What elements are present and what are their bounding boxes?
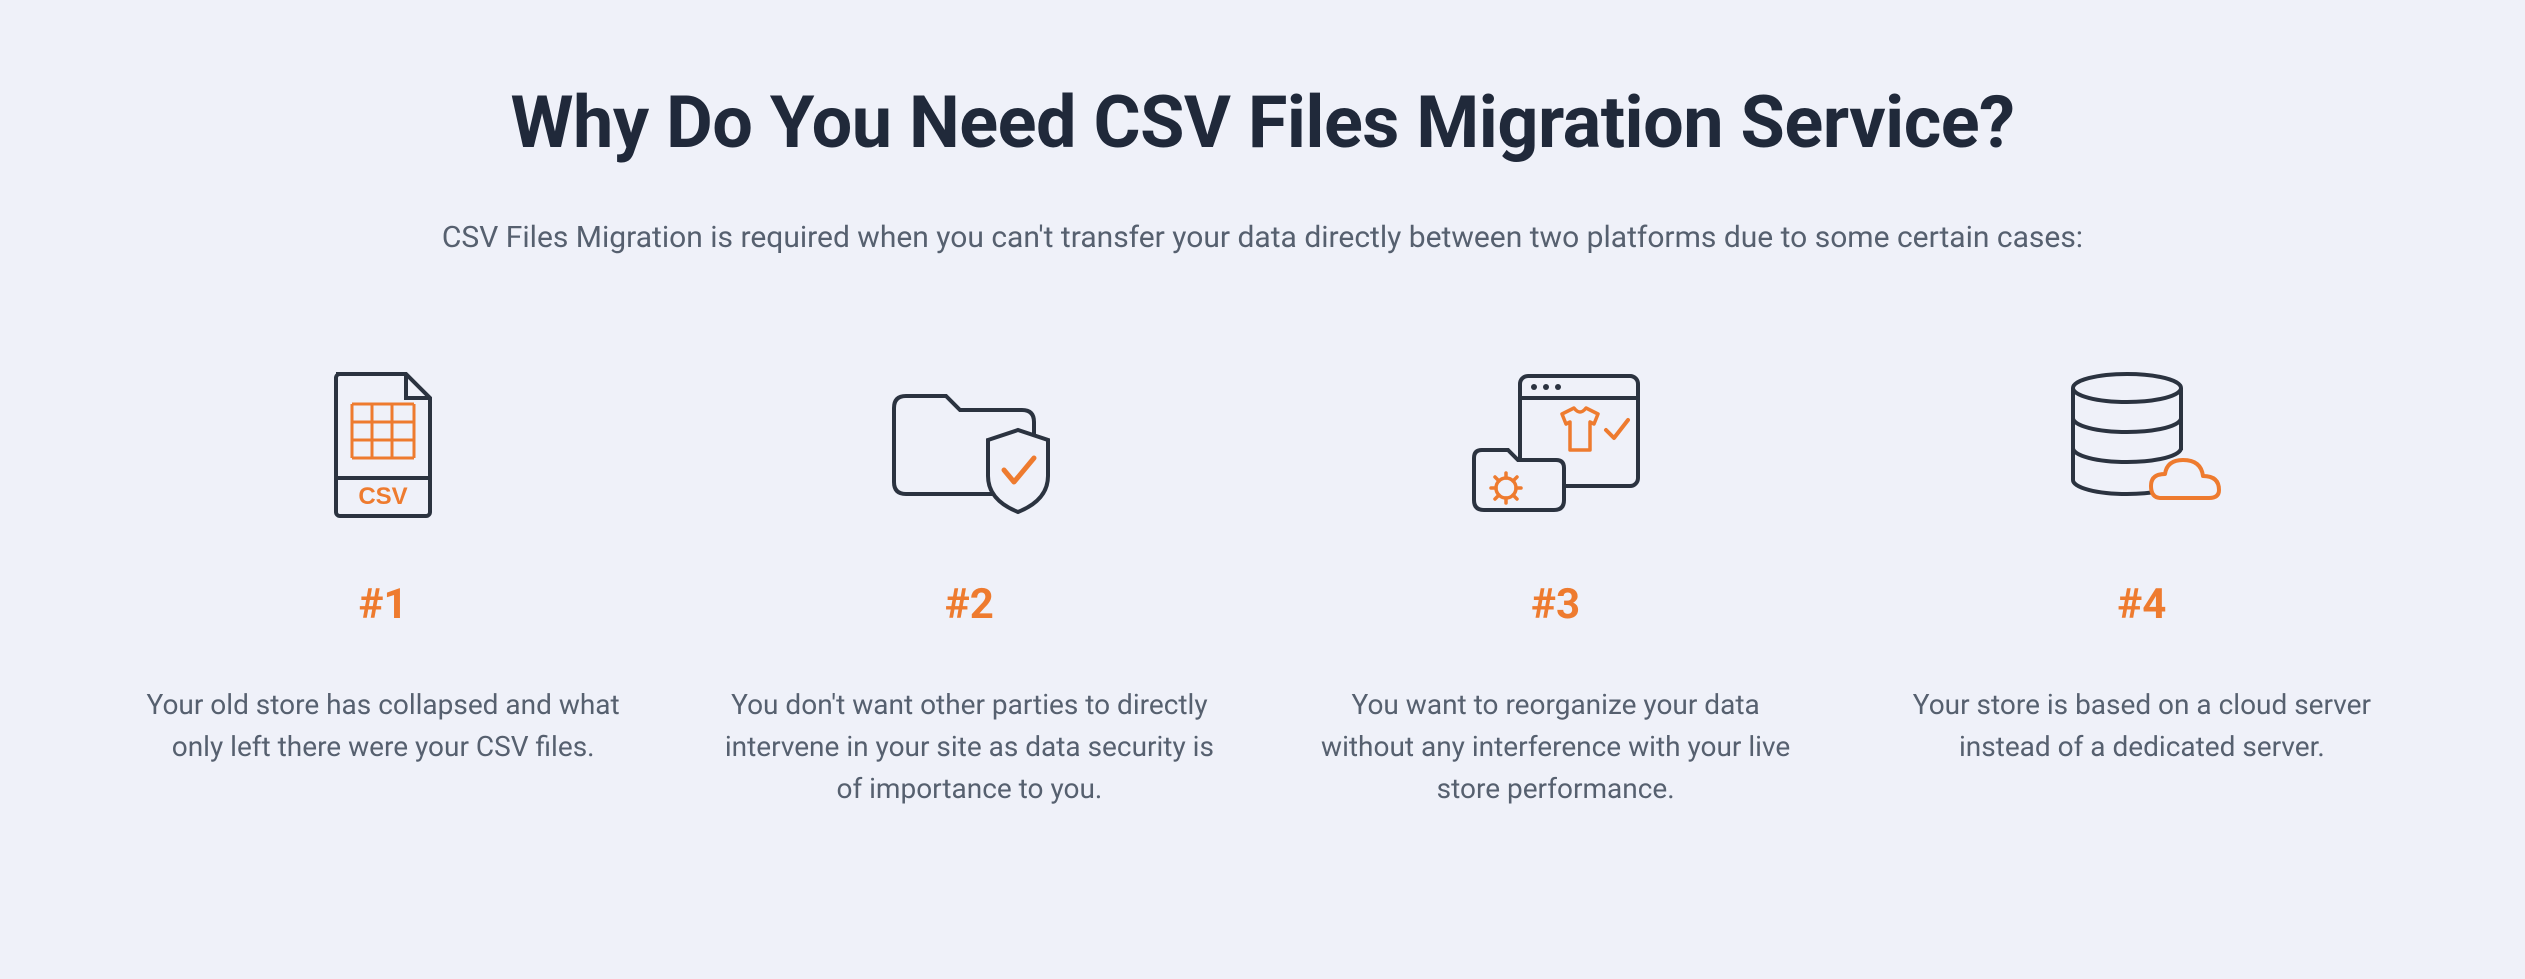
browser-folder-icon	[1466, 365, 1646, 525]
reason-card-1: CSV #1 Your old store has collapsed and …	[120, 365, 646, 810]
card-description: Your store is based on a cloud server in…	[1892, 684, 2392, 768]
csv-file-icon: CSV	[328, 365, 438, 525]
card-number: #4	[2117, 580, 2166, 629]
database-cloud-icon	[2057, 365, 2227, 525]
card-description: You don't want other parties to directly…	[719, 684, 1219, 810]
card-number: #1	[359, 580, 408, 629]
page-title: Why Do You Need CSV Files Migration Serv…	[100, 80, 2425, 165]
card-number: #2	[945, 580, 994, 629]
svg-text:CSV: CSV	[358, 483, 407, 510]
page-subtitle: CSV Files Migration is required when you…	[100, 220, 2425, 255]
reason-card-4: #4 Your store is based on a cloud server…	[1879, 365, 2405, 810]
card-number: #3	[1531, 580, 1580, 629]
card-description: Your old store has collapsed and what on…	[133, 684, 633, 768]
reason-card-3: #3 You want to reorganize your data with…	[1293, 365, 1819, 810]
reason-card-2: #2 You don't want other parties to direc…	[706, 365, 1232, 810]
cards-row: CSV #1 Your old store has collapsed and …	[100, 365, 2425, 810]
card-description: You want to reorganize your data without…	[1306, 684, 1806, 810]
folder-shield-icon	[884, 365, 1054, 525]
content-container: Why Do You Need CSV Files Migration Serv…	[100, 80, 2425, 810]
